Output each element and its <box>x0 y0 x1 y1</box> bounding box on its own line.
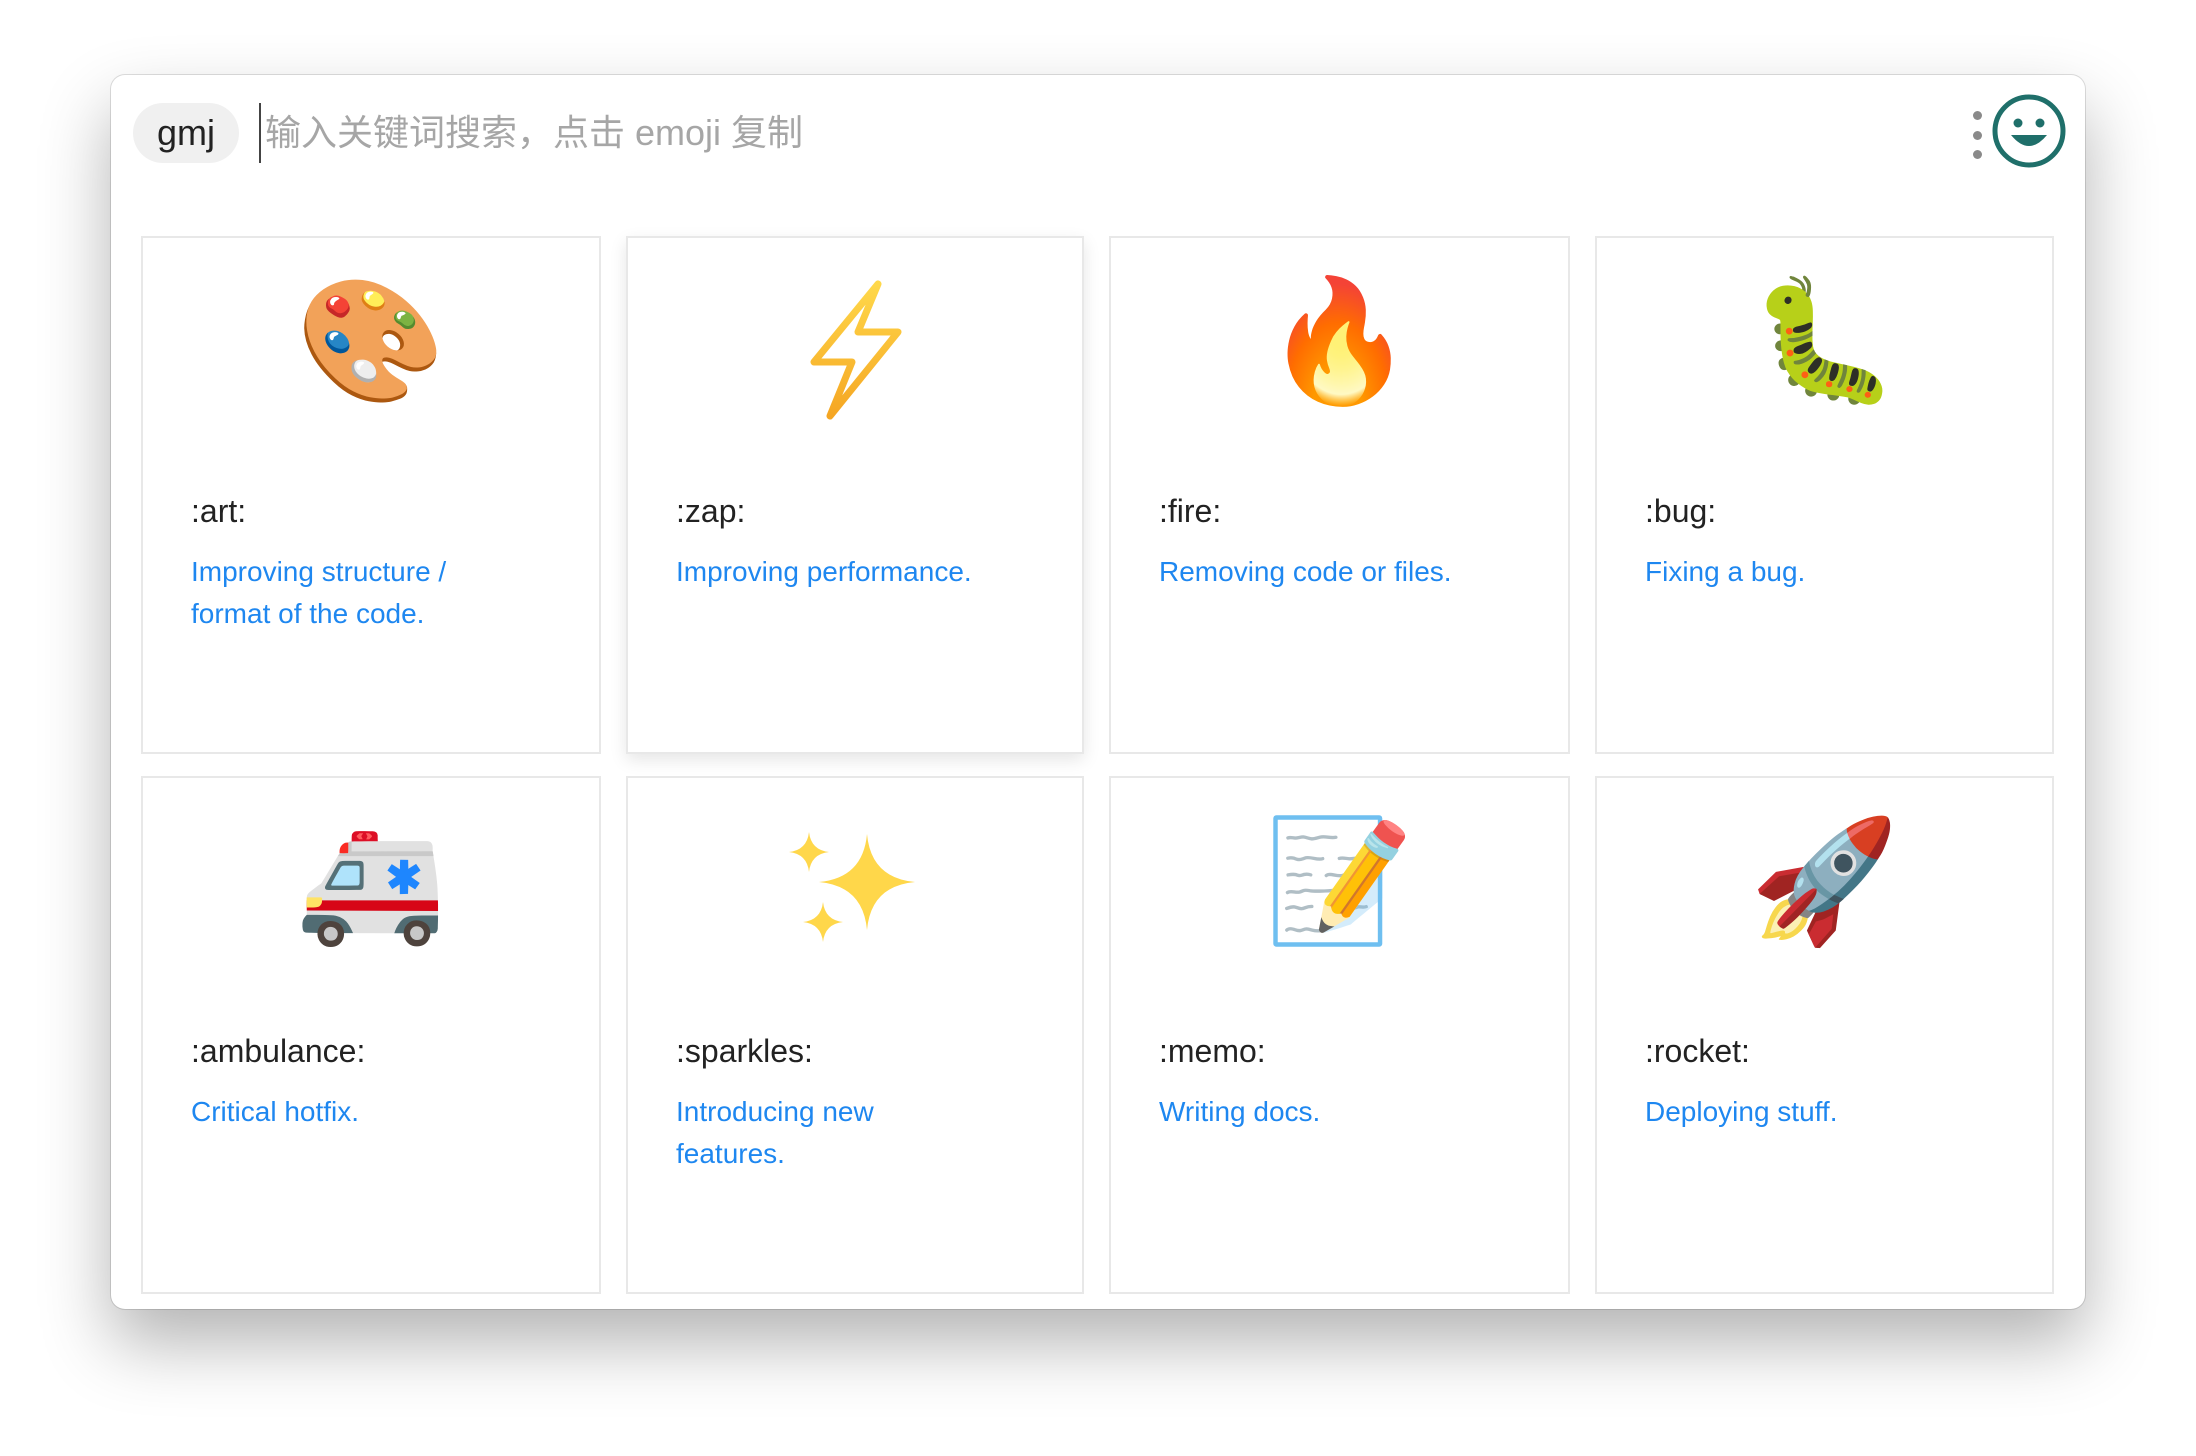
emoji-code: :fire: <box>1159 493 1222 529</box>
emoji-description: Writing docs. <box>1159 1096 1321 1127</box>
sparkles-icon <box>628 806 1082 956</box>
search-bar: gmj <box>111 75 2085 195</box>
emoji-description: Deploying stuff. <box>1645 1096 1838 1127</box>
emoji-description: Introducing new features. <box>676 1096 874 1169</box>
emoji-code: :memo: <box>1159 1033 1266 1069</box>
emoji-card-ambulance[interactable]: 🚑 :ambulance: Critical hotfix. <box>141 776 601 1294</box>
emoji-description: Fixing a bug. <box>1645 556 1806 587</box>
emoji-code: :zap: <box>676 493 746 529</box>
app-window: gmj 🎨 :art: Improving structure / format… <box>111 75 2085 1309</box>
emoji-card-sparkles[interactable]: :sparkles: Introducing new features. <box>626 776 1084 1294</box>
emoji-card-memo[interactable]: 📝 :memo: Writing docs. <box>1109 776 1570 1294</box>
emoji-grid: 🎨 :art: Improving structure / format of … <box>141 236 2054 1294</box>
fire-icon: 🔥 <box>1264 274 1415 408</box>
emoji-description: Improving structure / format of the code… <box>191 556 447 629</box>
emoji-description: Critical hotfix. <box>191 1096 360 1127</box>
zap-icon <box>628 266 1082 420</box>
emoji-card-rocket[interactable]: 🚀 :rocket: Deploying stuff. <box>1595 776 2054 1294</box>
ambulance-icon: 🚑 <box>296 814 446 948</box>
emoji-card-zap[interactable]: :zap: Improving performance. <box>626 236 1084 754</box>
smiley-icon[interactable] <box>1991 93 2067 169</box>
bug-icon: 🐛 <box>1749 274 1900 408</box>
emoji-description: Improving performance. <box>676 556 972 587</box>
emoji-code: :ambulance: <box>191 1033 366 1069</box>
emoji-code: :rocket: <box>1645 1033 1750 1069</box>
emoji-code: :bug: <box>1645 493 1717 529</box>
search-tag-chip[interactable]: gmj <box>133 103 240 163</box>
search-input[interactable] <box>259 103 1759 163</box>
emoji-description: Removing code or files. <box>1159 556 1452 587</box>
emoji-card-bug[interactable]: 🐛 :bug: Fixing a bug. <box>1595 236 2054 754</box>
emoji-code: :art: <box>191 493 247 529</box>
vertical-dots-icon[interactable] <box>1967 111 1987 159</box>
emoji-card-fire[interactable]: 🔥 :fire: Removing code or files. <box>1109 236 1570 754</box>
emoji-code: :sparkles: <box>676 1033 813 1069</box>
memo-icon: 📝 <box>1264 814 1415 948</box>
emoji-card-art[interactable]: 🎨 :art: Improving structure / format of … <box>141 236 601 754</box>
palette-icon: 🎨 <box>296 274 446 408</box>
rocket-icon: 🚀 <box>1749 814 1900 948</box>
